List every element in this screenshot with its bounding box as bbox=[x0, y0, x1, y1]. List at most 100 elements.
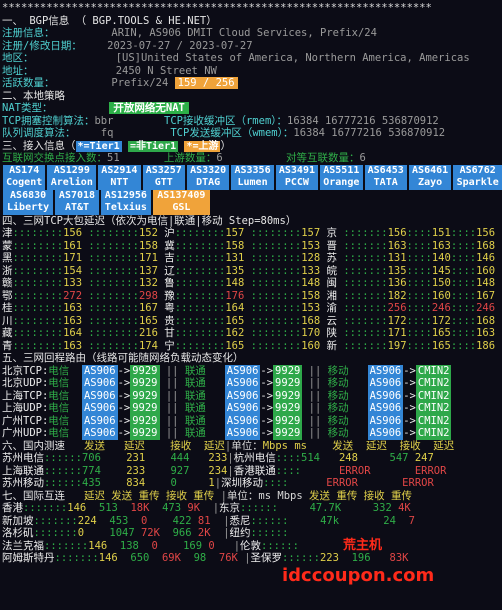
region-label: 桂 bbox=[2, 302, 13, 314]
asn-name-badge: DTAG bbox=[186, 177, 230, 190]
separator: || bbox=[302, 427, 328, 439]
latency-bar: :::::::: bbox=[250, 277, 302, 289]
latency-value: 146 bbox=[98, 552, 131, 564]
asn-badge: AS7018 bbox=[55, 189, 99, 202]
row-bar: ::::::: bbox=[54, 552, 99, 564]
retrans-value: 83K bbox=[389, 552, 415, 564]
latency-row: 青::::::::163 ::::::::174 宁::::::::165 ::… bbox=[2, 340, 502, 353]
latency-value: 135 bbox=[225, 264, 245, 277]
row-bar: ::::::: bbox=[33, 527, 78, 539]
latency-value: 834 bbox=[126, 477, 171, 489]
asn-name-badge: NTT bbox=[98, 177, 141, 190]
route-isp: 移动 bbox=[327, 389, 349, 402]
region-label: 甘 bbox=[164, 327, 175, 339]
node-name: 深圳移动 bbox=[221, 477, 264, 489]
asn-badge: AS906 bbox=[224, 364, 261, 377]
separator: || bbox=[302, 389, 328, 402]
latency-value: 163 bbox=[63, 339, 83, 352]
latency-bar: :::: bbox=[450, 289, 477, 302]
bgp-date-line: 注册/修改日期： 2023-07-27 / 2023-07-27 bbox=[2, 40, 502, 53]
route-row: 广州TCP:电信 AS906 -> 9929 || 联通 AS906 -> 9929 |… bbox=[2, 414, 502, 427]
row-bar: :::::: bbox=[44, 464, 82, 477]
latency-value: 174 bbox=[138, 339, 158, 352]
latency-value: 246 bbox=[476, 302, 496, 314]
latency-value: 162 bbox=[225, 327, 245, 339]
latency-bar: :::::::: bbox=[174, 339, 226, 352]
latency-bar: :::::::: bbox=[88, 264, 139, 277]
latency-bar: ::::::: bbox=[337, 264, 388, 277]
peer-count-value: 6 bbox=[359, 152, 366, 164]
download-value bbox=[377, 477, 402, 489]
arrow: -> bbox=[117, 402, 131, 414]
asn-badge: CMIN2 bbox=[415, 364, 452, 377]
upload-value: 47.7K bbox=[309, 502, 348, 514]
latency-row: 川::::::::163 ::::::::165 贵::::::::165 ::… bbox=[2, 315, 502, 328]
separator: || bbox=[302, 414, 328, 427]
latency-value: 158 bbox=[225, 239, 245, 252]
latency-value: 165 bbox=[431, 339, 451, 352]
node-name: 纽约 bbox=[229, 527, 251, 539]
asn-badge: AS6461 bbox=[408, 164, 452, 177]
asn-badge: AS906 bbox=[81, 364, 118, 377]
region-label: 粤 bbox=[164, 302, 175, 314]
asn-badge: CMIN2 bbox=[415, 402, 452, 415]
latency-bar: :::::::: bbox=[174, 314, 226, 327]
intl-header-line: 七、国际互连 延迟 发送 重传 接收 重传 |单位：ms Mbps 发送 重传 … bbox=[2, 489, 413, 502]
arrow: -> bbox=[117, 377, 131, 389]
latency-bar: :::: bbox=[406, 302, 432, 314]
ix-count-value: 51 bbox=[107, 152, 120, 164]
asn-badge: AS906 bbox=[367, 389, 404, 402]
latency-value bbox=[299, 540, 331, 552]
download-value bbox=[383, 527, 408, 539]
row-bar: :::: bbox=[275, 464, 301, 477]
latency-bar: :::: bbox=[450, 277, 477, 289]
separator: ****************************************… bbox=[2, 2, 432, 14]
latency-value: 156 bbox=[63, 227, 83, 239]
intl-col-header: 重传 bbox=[384, 489, 413, 502]
latency-bar: :::::::: bbox=[12, 277, 64, 289]
node-name: 圣保罗 bbox=[250, 552, 283, 564]
retrans-value: 69K bbox=[161, 552, 194, 564]
retrans-value: 81 bbox=[197, 514, 224, 527]
asn-badge: AS906 bbox=[224, 427, 261, 440]
latency-value: 157 bbox=[301, 227, 321, 239]
asn-badge: 9929 bbox=[130, 414, 160, 427]
node-name: 新加坡 bbox=[2, 514, 34, 527]
latency-value: 163 bbox=[387, 239, 407, 252]
latency-value: 171 bbox=[63, 252, 83, 264]
route-isp: 电信 bbox=[48, 364, 70, 377]
latency-value: 170 bbox=[301, 327, 321, 339]
node-name: 上海联通 bbox=[2, 464, 44, 477]
asn-badge: AS137409 bbox=[152, 189, 210, 202]
intl-col-header: 重传 bbox=[330, 489, 358, 502]
latency-value: 146 bbox=[67, 502, 99, 514]
route-isp: 联通 bbox=[184, 402, 206, 414]
retrans-value: 0 bbox=[140, 514, 173, 527]
upload-value bbox=[288, 477, 326, 489]
intl-row: 阿姆斯特丹:::::::146 650 69K 98 76K |圣保罗:::::… bbox=[2, 552, 502, 565]
latency-bar: :::::::: bbox=[250, 227, 302, 239]
retrans-value bbox=[358, 515, 383, 527]
latency-value: 233 bbox=[208, 452, 228, 464]
intl-speed-table: 香港:::::::146 513 18K 473 9K |东京:::::: 47… bbox=[2, 502, 502, 565]
retrans-value: 2K bbox=[197, 527, 224, 539]
asn-badge: CMIN2 bbox=[415, 427, 452, 440]
latency-value: 160 bbox=[301, 339, 321, 352]
asn-number-row: AS6830 AS7018 AS12956 AS137409 bbox=[3, 189, 502, 202]
latency-bar: :::::::: bbox=[12, 239, 64, 252]
section-title-intl: 七、国际互连 bbox=[2, 489, 65, 502]
rmem-value: 16384 16777216 536870912 bbox=[287, 114, 439, 127]
latency-bar: ::::::: bbox=[337, 289, 388, 302]
asn-name-badge: GTT bbox=[142, 177, 185, 190]
asn-badge: 9929 bbox=[130, 377, 160, 390]
region-label: 贵 bbox=[164, 314, 175, 327]
latency-value: 145 bbox=[431, 264, 451, 277]
node-name: 悉尼 bbox=[229, 514, 251, 527]
terminal-window: ****************************************… bbox=[0, 0, 502, 610]
row-bar: :::: bbox=[275, 452, 301, 464]
node-name: 苏州移动 bbox=[2, 477, 44, 489]
